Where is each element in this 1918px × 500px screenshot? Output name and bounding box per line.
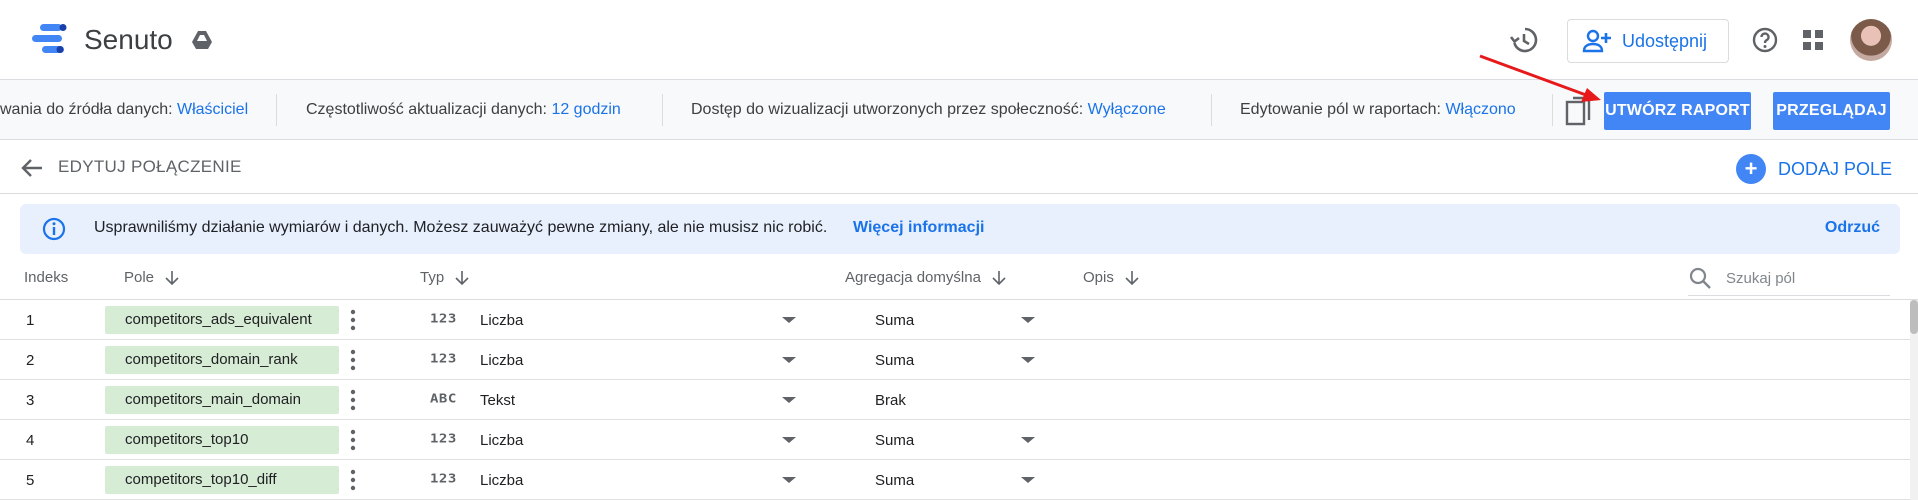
number-type-icon: 123 <box>430 471 457 487</box>
info-refresh-frequency: Częstotliwość aktualizacji danych: 12 go… <box>306 101 621 118</box>
row-index: 3 <box>26 392 35 409</box>
info-icon <box>42 217 66 241</box>
add-field-label: DODAJ POLE <box>1778 158 1893 179</box>
field-name-chip[interactable]: competitors_domain_rank <box>105 346 339 374</box>
type-dropdown-icon[interactable] <box>782 397 796 403</box>
aggregation-select-value[interactable]: Suma <box>875 312 914 329</box>
type-dropdown-icon[interactable] <box>782 317 796 323</box>
add-field-button[interactable]: + DODAJ POLE <box>1736 154 1892 184</box>
field-name-chip[interactable]: competitors_main_domain <box>105 386 339 414</box>
more-vert-icon[interactable] <box>345 468 361 492</box>
aggregation-dropdown-icon[interactable] <box>1021 477 1035 483</box>
column-index: Indeks <box>24 269 69 286</box>
number-type-icon: 123 <box>430 431 457 447</box>
history-icon[interactable] <box>1508 24 1540 56</box>
more-info-link[interactable]: Więcej informacji <box>853 219 984 237</box>
help-icon[interactable] <box>1749 24 1781 56</box>
add-person-icon <box>1582 29 1611 53</box>
row-index: 1 <box>26 312 35 329</box>
aggregation-value: Brak <box>875 392 906 409</box>
info-credentials: wania do źródła danych: Właściciel <box>0 101 249 118</box>
aggregation-dropdown-icon[interactable] <box>1021 437 1035 443</box>
aggregation-dropdown-icon[interactable] <box>1021 357 1035 363</box>
field-name-chip[interactable]: competitors_ads_equivalent <box>105 306 339 334</box>
share-button[interactable]: Udostępnij <box>1567 19 1729 63</box>
type-dropdown-icon[interactable] <box>782 477 796 483</box>
number-type-icon: 123 <box>430 351 457 367</box>
credentials-value-link[interactable]: Właściciel <box>177 101 248 118</box>
column-aggregation[interactable]: Agregacja domyślna <box>845 269 1007 286</box>
field-editing-link[interactable]: Włączono <box>1445 101 1515 118</box>
search-fields-input[interactable] <box>1726 267 1886 289</box>
aggregation-select-value[interactable]: Suma <box>875 432 914 449</box>
user-avatar[interactable] <box>1850 19 1892 61</box>
sort-arrow-icon[interactable] <box>991 270 1007 286</box>
sort-arrow-icon[interactable] <box>454 270 470 286</box>
sort-arrow-icon[interactable] <box>164 270 180 286</box>
type-dropdown-icon[interactable] <box>782 437 796 443</box>
text-type-icon: ABC <box>430 391 457 407</box>
banner-message: Usprawniliśmy działanie wymiarów i danyc… <box>94 219 828 236</box>
more-vert-icon[interactable] <box>345 348 361 372</box>
table-row: 4 competitors_top10 123 Liczba Suma <box>0 420 1918 460</box>
refresh-frequency-link[interactable]: 12 godzin <box>551 101 620 118</box>
browse-button[interactable]: PRZEGLĄDAJ <box>1773 92 1890 130</box>
type-select-value[interactable]: Liczba <box>480 432 523 449</box>
back-arrow-icon[interactable] <box>20 156 44 180</box>
table-row: 3 competitors_main_domain ABC Tekst Brak <box>0 380 1918 420</box>
sort-arrow-icon[interactable] <box>1124 270 1140 286</box>
column-type[interactable]: Typ <box>420 269 470 286</box>
copy-icon[interactable] <box>1565 96 1593 126</box>
community-visualizations-link[interactable]: Wyłączone <box>1088 101 1166 118</box>
search-icon <box>1689 267 1711 289</box>
table-row: 2 competitors_domain_rank 123 Liczba Sum… <box>0 340 1918 380</box>
column-field[interactable]: Pole <box>124 269 180 286</box>
divider <box>276 94 277 126</box>
number-type-icon: 123 <box>430 311 457 327</box>
aggregation-select-value[interactable]: Suma <box>875 472 914 489</box>
table-row: 5 competitors_top10_diff 123 Liczba Suma <box>0 460 1918 500</box>
data-source-info-bar: wania do źródła danych: Właściciel Częst… <box>0 80 1918 140</box>
more-vert-icon[interactable] <box>345 428 361 452</box>
field-name-chip[interactable]: competitors_top10_diff <box>105 466 339 494</box>
aggregation-dropdown-icon[interactable] <box>1021 317 1035 323</box>
fields-table-header: Indeks Pole Typ Agregacja domyślna Opis <box>0 262 1918 300</box>
app-title[interactable]: Senuto <box>84 24 173 56</box>
type-dropdown-icon[interactable] <box>782 357 796 363</box>
divider <box>1552 94 1553 126</box>
top-bar: Senuto Udostępnij <box>0 0 1918 80</box>
info-community-visualizations: Dostęp do wizualizacji utworzonych przez… <box>691 101 1166 118</box>
row-index: 4 <box>26 432 35 449</box>
divider <box>662 94 663 126</box>
column-description[interactable]: Opis <box>1083 269 1140 286</box>
edit-connection-bar: EDYTUJ POŁĄCZENIE + DODAJ POLE <box>0 140 1918 194</box>
table-row: 1 competitors_ads_equivalent 123 Liczba … <box>0 300 1918 340</box>
google-drive-icon <box>192 31 212 49</box>
share-button-label: Udostępnij <box>1622 30 1708 51</box>
plus-icon: + <box>1736 154 1766 184</box>
info-field-editing: Edytowanie pól w raportach: Włączono <box>1240 101 1516 118</box>
row-index: 2 <box>26 352 35 369</box>
scrollbar-thumb[interactable] <box>1910 300 1918 334</box>
type-select-value[interactable]: Liczba <box>480 472 523 489</box>
type-select-value[interactable]: Liczba <box>480 312 523 329</box>
fields-table-body: 1 competitors_ads_equivalent 123 Liczba … <box>0 300 1918 500</box>
create-report-button[interactable]: UTWÓRZ RAPORT <box>1604 92 1751 130</box>
aggregation-select-value[interactable]: Suma <box>875 352 914 369</box>
more-vert-icon[interactable] <box>345 388 361 412</box>
more-vert-icon[interactable] <box>345 308 361 332</box>
divider <box>1211 94 1212 126</box>
type-select-value[interactable]: Tekst <box>480 392 515 409</box>
apps-grid-icon[interactable] <box>1801 28 1825 52</box>
dismiss-button[interactable]: Odrzuć <box>1825 219 1880 237</box>
row-index: 5 <box>26 472 35 489</box>
edit-connection-title[interactable]: EDYTUJ POŁĄCZENIE <box>58 157 242 177</box>
senuto-logo-icon <box>32 24 67 53</box>
info-banner: Usprawniliśmy działanie wymiarów i danyc… <box>20 204 1900 254</box>
field-name-chip[interactable]: competitors_top10 <box>105 426 339 454</box>
type-select-value[interactable]: Liczba <box>480 352 523 369</box>
field-search <box>1688 262 1890 296</box>
